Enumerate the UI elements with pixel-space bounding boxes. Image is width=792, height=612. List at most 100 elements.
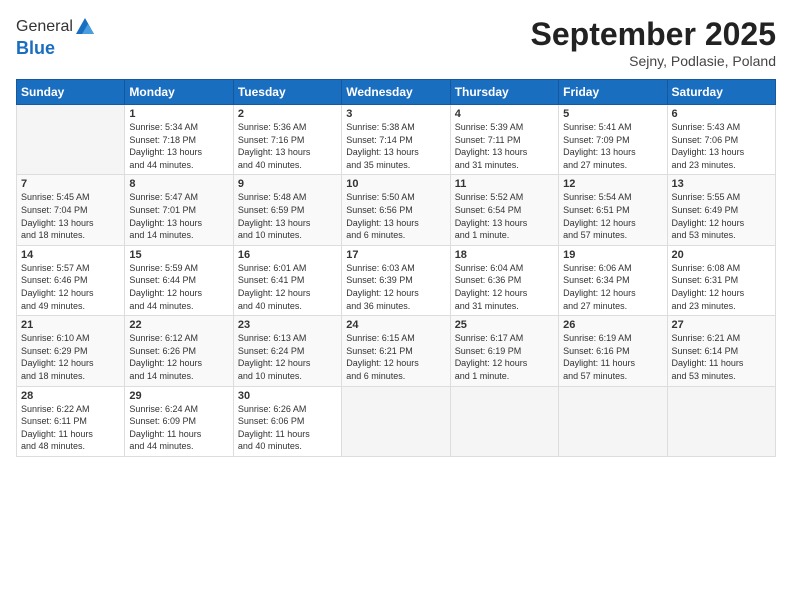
- page: General Blue September 2025 Sejny, Podla…: [0, 0, 792, 612]
- table-row: 24Sunrise: 6:15 AM Sunset: 6:21 PM Dayli…: [342, 316, 450, 386]
- day-number: 19: [563, 249, 662, 261]
- header: General Blue September 2025 Sejny, Podla…: [16, 16, 776, 69]
- day-number: 30: [238, 390, 337, 402]
- day-info: Sunrise: 6:01 AM Sunset: 6:41 PM Dayligh…: [238, 262, 337, 312]
- day-info: Sunrise: 6:17 AM Sunset: 6:19 PM Dayligh…: [455, 332, 554, 382]
- table-row: 4Sunrise: 5:39 AM Sunset: 7:11 PM Daylig…: [450, 105, 558, 175]
- day-info: Sunrise: 6:26 AM Sunset: 6:06 PM Dayligh…: [238, 403, 337, 453]
- table-row: 3Sunrise: 5:38 AM Sunset: 7:14 PM Daylig…: [342, 105, 450, 175]
- day-number: 1: [129, 108, 228, 120]
- day-number: 27: [672, 319, 771, 331]
- logo: General Blue: [16, 16, 96, 59]
- day-info: Sunrise: 5:54 AM Sunset: 6:51 PM Dayligh…: [563, 191, 662, 241]
- table-row: 8Sunrise: 5:47 AM Sunset: 7:01 PM Daylig…: [125, 175, 233, 245]
- day-number: 16: [238, 249, 337, 261]
- col-friday: Friday: [559, 80, 667, 105]
- col-wednesday: Wednesday: [342, 80, 450, 105]
- logo-general-text: General: [16, 18, 73, 36]
- day-info: Sunrise: 5:45 AM Sunset: 7:04 PM Dayligh…: [21, 191, 120, 241]
- day-info: Sunrise: 5:50 AM Sunset: 6:56 PM Dayligh…: [346, 191, 445, 241]
- calendar-week-row: 14Sunrise: 5:57 AM Sunset: 6:46 PM Dayli…: [17, 245, 776, 315]
- day-info: Sunrise: 5:39 AM Sunset: 7:11 PM Dayligh…: [455, 121, 554, 171]
- day-number: 13: [672, 178, 771, 190]
- table-row: [17, 105, 125, 175]
- day-number: 18: [455, 249, 554, 261]
- calendar-week-row: 1Sunrise: 5:34 AM Sunset: 7:18 PM Daylig…: [17, 105, 776, 175]
- table-row: 18Sunrise: 6:04 AM Sunset: 6:36 PM Dayli…: [450, 245, 558, 315]
- day-number: 23: [238, 319, 337, 331]
- day-info: Sunrise: 6:12 AM Sunset: 6:26 PM Dayligh…: [129, 332, 228, 382]
- day-number: 20: [672, 249, 771, 261]
- day-info: Sunrise: 6:24 AM Sunset: 6:09 PM Dayligh…: [129, 403, 228, 453]
- table-row: 20Sunrise: 6:08 AM Sunset: 6:31 PM Dayli…: [667, 245, 775, 315]
- table-row: 25Sunrise: 6:17 AM Sunset: 6:19 PM Dayli…: [450, 316, 558, 386]
- day-info: Sunrise: 5:55 AM Sunset: 6:49 PM Dayligh…: [672, 191, 771, 241]
- table-row: 9Sunrise: 5:48 AM Sunset: 6:59 PM Daylig…: [233, 175, 341, 245]
- col-monday: Monday: [125, 80, 233, 105]
- table-row: 23Sunrise: 6:13 AM Sunset: 6:24 PM Dayli…: [233, 316, 341, 386]
- day-number: 14: [21, 249, 120, 261]
- title-block: September 2025 Sejny, Podlasie, Poland: [531, 16, 776, 69]
- table-row: 10Sunrise: 5:50 AM Sunset: 6:56 PM Dayli…: [342, 175, 450, 245]
- table-row: 28Sunrise: 6:22 AM Sunset: 6:11 PM Dayli…: [17, 386, 125, 456]
- day-info: Sunrise: 6:19 AM Sunset: 6:16 PM Dayligh…: [563, 332, 662, 382]
- table-row: [559, 386, 667, 456]
- day-info: Sunrise: 6:15 AM Sunset: 6:21 PM Dayligh…: [346, 332, 445, 382]
- day-number: 12: [563, 178, 662, 190]
- calendar-week-row: 21Sunrise: 6:10 AM Sunset: 6:29 PM Dayli…: [17, 316, 776, 386]
- col-tuesday: Tuesday: [233, 80, 341, 105]
- day-number: 9: [238, 178, 337, 190]
- day-info: Sunrise: 5:36 AM Sunset: 7:16 PM Dayligh…: [238, 121, 337, 171]
- day-number: 8: [129, 178, 228, 190]
- day-info: Sunrise: 6:13 AM Sunset: 6:24 PM Dayligh…: [238, 332, 337, 382]
- calendar-week-row: 28Sunrise: 6:22 AM Sunset: 6:11 PM Dayli…: [17, 386, 776, 456]
- table-row: 14Sunrise: 5:57 AM Sunset: 6:46 PM Dayli…: [17, 245, 125, 315]
- col-thursday: Thursday: [450, 80, 558, 105]
- day-number: 17: [346, 249, 445, 261]
- day-info: Sunrise: 5:43 AM Sunset: 7:06 PM Dayligh…: [672, 121, 771, 171]
- table-row: [342, 386, 450, 456]
- table-row: 1Sunrise: 5:34 AM Sunset: 7:18 PM Daylig…: [125, 105, 233, 175]
- logo-blue-text: Blue: [16, 38, 55, 58]
- col-saturday: Saturday: [667, 80, 775, 105]
- day-info: Sunrise: 5:59 AM Sunset: 6:44 PM Dayligh…: [129, 262, 228, 312]
- day-number: 29: [129, 390, 228, 402]
- day-info: Sunrise: 5:48 AM Sunset: 6:59 PM Dayligh…: [238, 191, 337, 241]
- table-row: 19Sunrise: 6:06 AM Sunset: 6:34 PM Dayli…: [559, 245, 667, 315]
- day-number: 3: [346, 108, 445, 120]
- day-info: Sunrise: 6:06 AM Sunset: 6:34 PM Dayligh…: [563, 262, 662, 312]
- calendar-body: 1Sunrise: 5:34 AM Sunset: 7:18 PM Daylig…: [17, 105, 776, 457]
- day-number: 24: [346, 319, 445, 331]
- day-number: 11: [455, 178, 554, 190]
- calendar-table: Sunday Monday Tuesday Wednesday Thursday…: [16, 79, 776, 457]
- table-row: 7Sunrise: 5:45 AM Sunset: 7:04 PM Daylig…: [17, 175, 125, 245]
- calendar-week-row: 7Sunrise: 5:45 AM Sunset: 7:04 PM Daylig…: [17, 175, 776, 245]
- location-subtitle: Sejny, Podlasie, Poland: [531, 53, 776, 69]
- table-row: 29Sunrise: 6:24 AM Sunset: 6:09 PM Dayli…: [125, 386, 233, 456]
- month-title: September 2025: [531, 16, 776, 53]
- table-row: 2Sunrise: 5:36 AM Sunset: 7:16 PM Daylig…: [233, 105, 341, 175]
- day-number: 15: [129, 249, 228, 261]
- day-number: 26: [563, 319, 662, 331]
- table-row: [450, 386, 558, 456]
- table-row: 27Sunrise: 6:21 AM Sunset: 6:14 PM Dayli…: [667, 316, 775, 386]
- day-number: 25: [455, 319, 554, 331]
- table-row: 22Sunrise: 6:12 AM Sunset: 6:26 PM Dayli…: [125, 316, 233, 386]
- col-sunday: Sunday: [17, 80, 125, 105]
- table-row: 26Sunrise: 6:19 AM Sunset: 6:16 PM Dayli…: [559, 316, 667, 386]
- table-row: 5Sunrise: 5:41 AM Sunset: 7:09 PM Daylig…: [559, 105, 667, 175]
- day-info: Sunrise: 6:08 AM Sunset: 6:31 PM Dayligh…: [672, 262, 771, 312]
- day-number: 2: [238, 108, 337, 120]
- day-number: 28: [21, 390, 120, 402]
- day-info: Sunrise: 6:10 AM Sunset: 6:29 PM Dayligh…: [21, 332, 120, 382]
- table-row: [667, 386, 775, 456]
- day-info: Sunrise: 5:41 AM Sunset: 7:09 PM Dayligh…: [563, 121, 662, 171]
- table-row: 16Sunrise: 6:01 AM Sunset: 6:41 PM Dayli…: [233, 245, 341, 315]
- day-number: 21: [21, 319, 120, 331]
- day-info: Sunrise: 5:52 AM Sunset: 6:54 PM Dayligh…: [455, 191, 554, 241]
- table-row: 15Sunrise: 5:59 AM Sunset: 6:44 PM Dayli…: [125, 245, 233, 315]
- day-info: Sunrise: 6:21 AM Sunset: 6:14 PM Dayligh…: [672, 332, 771, 382]
- calendar-header-row: Sunday Monday Tuesday Wednesday Thursday…: [17, 80, 776, 105]
- day-info: Sunrise: 5:34 AM Sunset: 7:18 PM Dayligh…: [129, 121, 228, 171]
- table-row: 11Sunrise: 5:52 AM Sunset: 6:54 PM Dayli…: [450, 175, 558, 245]
